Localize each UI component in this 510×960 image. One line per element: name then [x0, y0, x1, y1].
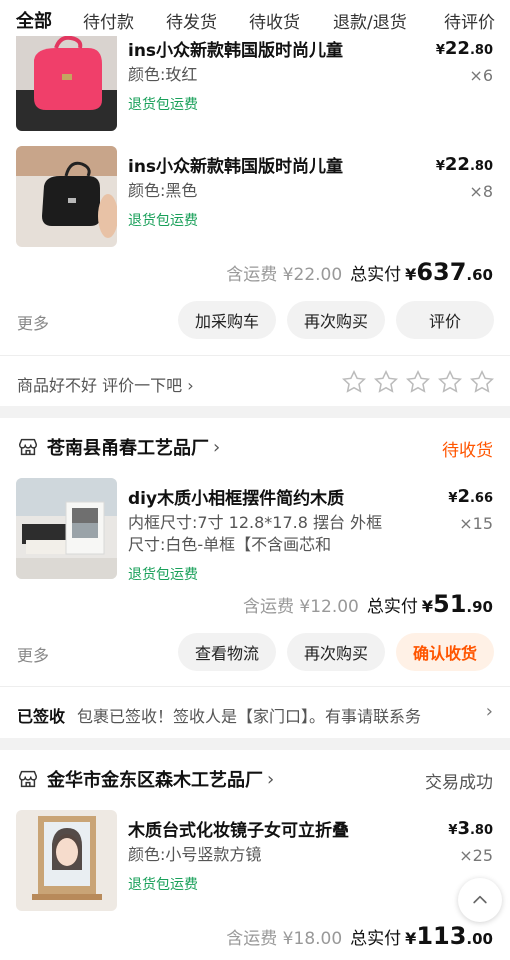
star-icon[interactable]	[437, 369, 463, 395]
more-link[interactable]: 更多	[17, 642, 49, 666]
product-title: 木质台式化妆镜子女可立折叠	[128, 821, 349, 841]
rating-stars[interactable]	[341, 369, 495, 395]
product-image[interactable]	[16, 810, 117, 911]
order-item[interactable]: 木质台式化妆镜子女可立折叠 颜色:小号竖款方镜 退货包运费 ¥3.80 ×25	[0, 810, 510, 914]
order-status-tabs: 全部 待付款 待发货 待收货 退款/退货 待评价	[0, 0, 510, 36]
confirm-receipt-button[interactable]: 确认收货	[396, 633, 494, 671]
chevron-right-icon: ›	[267, 768, 275, 790]
chevron-right-icon: ›	[483, 701, 493, 722]
star-icon[interactable]	[341, 369, 367, 395]
review-prompt[interactable]: 商品好不好 评价一下吧 ›	[17, 372, 194, 396]
star-icon[interactable]	[405, 369, 431, 395]
unit-price: ¥22.80	[435, 38, 493, 59]
star-icon[interactable]	[373, 369, 399, 395]
shop-header[interactable]: 苍南县甬春工艺品厂 ›	[17, 434, 220, 460]
product-spec: 颜色:玫红	[128, 65, 198, 84]
review-button[interactable]: 评价	[396, 301, 494, 339]
shipping-fee: 含运费 ¥12.00	[242, 597, 359, 617]
buy-again-button[interactable]: 再次购买	[287, 301, 385, 339]
buy-again-button[interactable]: 再次购买	[287, 633, 385, 671]
tab-pending-review[interactable]: 待评价	[444, 8, 495, 33]
tab-all[interactable]: 全部	[16, 7, 52, 33]
order-status: 待收货	[442, 441, 493, 461]
scroll-to-top-button[interactable]	[458, 878, 502, 922]
tracking-status: 已签收	[17, 707, 66, 726]
tab-pending-receipt[interactable]: 待收货	[249, 8, 300, 33]
order-item[interactable]: ins小众新款韩国版时尚儿童 颜色:黑色 退货包运费 ¥22.80 ×8	[0, 146, 510, 250]
quantity: ×25	[459, 846, 493, 865]
quantity: ×15	[459, 514, 493, 533]
add-to-purchase-cart-button[interactable]: 加采购车	[178, 301, 276, 339]
tracking-text: 包裹已签收！签收人是【家门口】。有事请联系务	[77, 707, 422, 726]
shop-name: 金华市金东区森木工艺品厂	[47, 770, 263, 791]
tab-refund-return[interactable]: 退款/退货	[333, 8, 407, 33]
order-card-3: 金华市金东区森木工艺品厂 › 交易成功 木质台式化妆镜子女可立折叠 颜色:小号竖款…	[0, 750, 510, 960]
tracking-summary[interactable]: 已签收 包裹已签收！签收人是【家门口】。有事请联系务	[17, 703, 493, 727]
quantity: ×6	[469, 66, 493, 85]
shipping-fee: 含运费 ¥22.00	[226, 265, 343, 285]
product-image[interactable]	[16, 478, 117, 579]
chevron-right-icon: ›	[187, 376, 194, 395]
order-item[interactable]: ins小众新款韩国版时尚儿童 颜色:玫红 退货包运费 ¥22.80 ×6	[0, 30, 510, 134]
product-title: ins小众新款韩国版时尚儿童	[128, 157, 344, 177]
divider	[0, 686, 510, 687]
product-image[interactable]	[16, 30, 117, 131]
return-shipping-badge: 退货包运费	[128, 877, 198, 893]
tab-pending-payment[interactable]: 待付款	[83, 8, 134, 33]
order-total: 含运费 ¥12.00 总实付 ¥51.90	[242, 590, 493, 618]
product-title: diy木质小相框摆件简约木质	[128, 489, 345, 509]
unit-price: ¥2.66	[448, 486, 493, 507]
tab-pending-shipment[interactable]: 待发货	[166, 8, 217, 33]
product-title: ins小众新款韩国版时尚儿童	[128, 41, 344, 61]
store-icon	[19, 770, 37, 788]
unit-price: ¥3.80	[448, 818, 493, 839]
shop-header[interactable]: 金华市金东区森木工艺品厂 ›	[17, 766, 274, 792]
paid-label: 总实付	[366, 597, 418, 617]
quantity: ×8	[469, 182, 493, 201]
chevron-up-icon	[473, 895, 487, 904]
order-card-1: ins小众新款韩国版时尚儿童 颜色:玫红 退货包运费 ¥22.80 ×6 ins…	[0, 0, 510, 406]
chevron-right-icon: ›	[213, 436, 221, 458]
store-icon	[19, 438, 37, 456]
view-logistics-button[interactable]: 查看物流	[178, 633, 276, 671]
return-shipping-badge: 退货包运费	[128, 97, 198, 113]
order-total: 含运费 ¥22.00 总实付 ¥637.60	[226, 258, 493, 286]
product-spec: 颜色:黑色	[128, 181, 198, 200]
more-link[interactable]: 更多	[17, 310, 49, 334]
product-image[interactable]	[16, 146, 117, 247]
order-status: 交易成功	[425, 773, 493, 793]
return-shipping-badge: 退货包运费	[128, 567, 198, 583]
shipping-fee: 含运费 ¥18.00	[226, 929, 343, 949]
product-spec: 颜色:小号竖款方镜	[128, 845, 262, 864]
star-icon[interactable]	[469, 369, 495, 395]
return-shipping-badge: 退货包运费	[128, 213, 198, 229]
order-total: 含运费 ¥18.00 总实付 ¥113.00	[226, 922, 493, 950]
order-card-2: 苍南县甬春工艺品厂 › 待收货 diy木质小相框摆件简约木质 内框尺寸:7寸 12…	[0, 418, 510, 738]
product-spec: 内框尺寸:7寸 12.8*17.8 摆台 外框尺寸:白色-单框【不含画芯和	[128, 513, 383, 554]
paid-label: 总实付	[350, 929, 402, 949]
shop-name: 苍南县甬春工艺品厂	[47, 438, 209, 459]
paid-label: 总实付	[350, 265, 402, 285]
order-item[interactable]: diy木质小相框摆件简约木质 内框尺寸:7寸 12.8*17.8 摆台 外框尺寸…	[0, 478, 510, 583]
divider	[0, 355, 510, 356]
unit-price: ¥22.80	[435, 154, 493, 175]
